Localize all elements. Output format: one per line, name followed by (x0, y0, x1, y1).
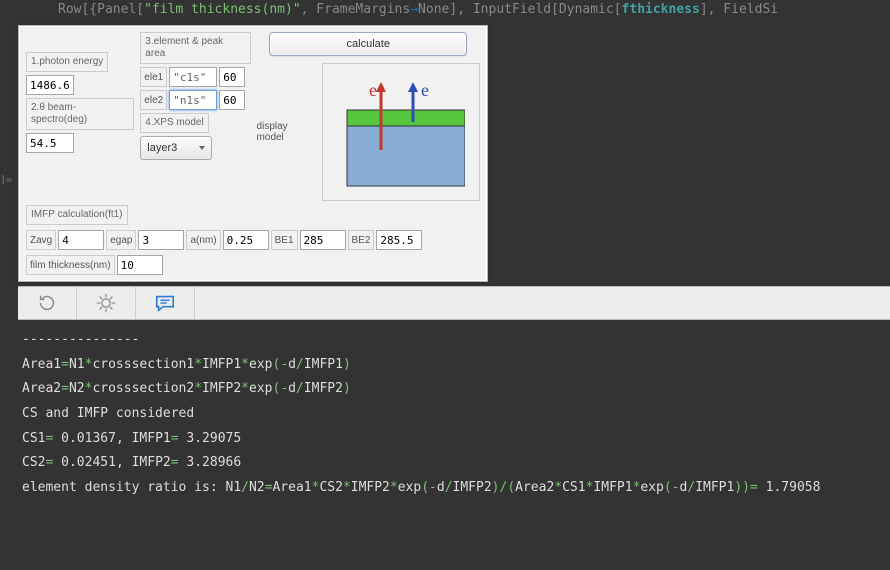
main-panel: 1.photon energy 2.θ beam-spectro(deg) 3.… (18, 25, 488, 282)
egap-input[interactable] (138, 230, 184, 250)
col-calc: calculate display model e (257, 32, 480, 201)
debug-icon-button[interactable] (77, 287, 136, 319)
element-peak-label: 3.element & peak area (140, 32, 250, 64)
be1-label: BE1 (271, 230, 298, 250)
film-thickness-label: film thickness(nm) (26, 255, 115, 275)
imfp-header: IMFP calculation(ft1) (26, 205, 128, 225)
e-label-left: e (369, 80, 377, 100)
zavg-input[interactable] (58, 230, 104, 250)
xps-model-label: 4.XPS model (140, 113, 208, 133)
out-line-cs2: CS2= 0.02451, IMFP2= 3.28966 (22, 451, 890, 476)
model-diagram: e e (337, 74, 465, 194)
out-line-area1: Area1=N1*crosssection1*IMFP1*exp(-d/IMFP… (22, 353, 890, 378)
photon-energy-input[interactable] (26, 75, 74, 95)
be2-input[interactable] (376, 230, 422, 250)
ele1-tag: ele1 (140, 67, 167, 87)
source-code-preview: Row[{Panel["film thickness(nm)", FrameMa… (0, 0, 890, 25)
anm-label: a(nm) (186, 230, 220, 250)
message-icon-button[interactable] (136, 287, 195, 319)
out-line-area2: Area2=N2*crosssection2*IMFP2*exp(-d/IMFP… (22, 377, 890, 402)
imfp-section: IMFP calculation(ft1) Zavg egap a(nm) BE… (26, 205, 480, 275)
out-line-cs1: CS1= 0.01367, IMFP1= 3.29075 (22, 427, 890, 452)
out-dashes: --------------- (22, 328, 890, 353)
display-model-label: display model (257, 121, 316, 143)
col-element: 3.element & peak area ele1 ele2 4.XPS mo… (140, 32, 250, 160)
theta-input[interactable] (26, 133, 74, 153)
ele1-name-input[interactable] (169, 67, 217, 87)
ele2-name-input[interactable] (169, 90, 217, 110)
be2-label: BE2 (348, 230, 375, 250)
photon-energy-label: 1.photon energy (26, 52, 108, 72)
ele2-area-input[interactable] (219, 90, 245, 110)
col-photon: 1.photon energy 2.θ beam-spectro(deg) (26, 52, 134, 153)
out-cell-label: ]= (0, 175, 12, 186)
xps-model-popup[interactable]: layer3 (140, 136, 212, 160)
film-thickness-input[interactable] (117, 255, 163, 275)
be1-input[interactable] (300, 230, 346, 250)
theta-label: 2.θ beam-spectro(deg) (26, 98, 134, 130)
ele1-area-input[interactable] (219, 67, 245, 87)
egap-label: egap (106, 230, 136, 250)
print-output: --------------- Area1=N1*crosssection1*I… (0, 320, 890, 501)
display-model-box: e e (322, 63, 480, 201)
out-line-csimfp: CS and IMFP considered (22, 402, 890, 427)
ele2-tag: ele2 (140, 90, 167, 110)
reload-icon-button[interactable] (18, 287, 77, 319)
out-line-ratio: element density ratio is: N1/N2=Area1*CS… (22, 476, 890, 501)
calculate-button[interactable]: calculate (269, 32, 467, 56)
zavg-label: Zavg (26, 230, 56, 250)
anm-input[interactable] (223, 230, 269, 250)
e-label-right: e (421, 80, 429, 100)
message-toolbar (18, 286, 890, 320)
